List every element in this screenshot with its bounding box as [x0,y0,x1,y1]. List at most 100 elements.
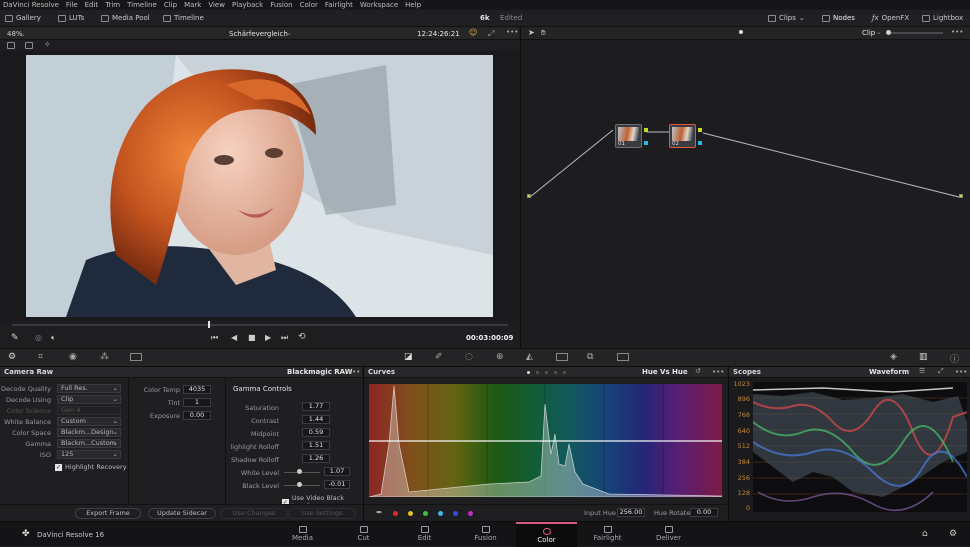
green-channel-dot[interactable] [423,511,428,516]
loop-icon[interactable]: ⟲ [298,332,306,342]
menu-fusion[interactable]: Fusion [270,0,292,10]
clips-button[interactable]: Clips ⌄ [768,14,805,22]
scope-mode-dropdown[interactable]: Waveform [869,367,909,378]
more-options-icon[interactable]: ••• [955,367,967,378]
clip-name[interactable]: Schärfevergleich [229,30,288,38]
menu-trim[interactable]: Trim [105,0,120,10]
3d-icon[interactable] [617,353,629,361]
magenta-channel-dot[interactable] [468,511,473,516]
slider-knob[interactable] [297,469,302,474]
camera-raw-icon[interactable]: ⚙︎ [8,352,16,362]
gamma-dropdown[interactable]: Blackm...Custom ⌄ [57,439,121,448]
tracker-icon[interactable]: ⊕ [496,352,504,362]
node-02[interactable]: 02 [669,124,696,148]
nodes-button[interactable]: Nodes [822,14,855,22]
highlight-icon[interactable]: ✧ [44,40,51,49]
key-icon[interactable] [556,353,568,361]
media-pool-button[interactable]: Media Pool [101,14,150,22]
viewer-mode-icon[interactable] [7,42,15,49]
play-icon[interactable]: ▶︎ [265,333,271,342]
menu-file[interactable]: File [66,0,78,10]
rgb-mixer-icon[interactable] [130,353,142,361]
slider-knob[interactable] [297,482,302,487]
color-temp-field[interactable]: 4035 [183,385,211,394]
fullscreen-icon[interactable]: ⤢ [488,29,494,39]
white-level-field[interactable]: 1.07 [324,467,350,476]
menu-color[interactable]: Color [300,0,318,10]
scope-expand-icon[interactable]: ⤢ [938,366,944,377]
scope-settings-icon[interactable]: ☰ [919,366,925,377]
node-01[interactable]: 01 [615,124,642,148]
menu-playback[interactable]: Playback [232,0,263,10]
node-alpha-port[interactable] [644,141,648,145]
blue-channel-dot[interactable] [453,511,458,516]
highlight-rolloff-field[interactable]: 1.51 [302,441,330,450]
menu-mark[interactable]: Mark [184,0,201,10]
menu-clip[interactable]: Clip [164,0,177,10]
menu-app[interactable]: DaVinci Resolve [3,0,59,10]
black-level-slider[interactable] [284,485,320,486]
hue-rotate-field[interactable]: 0.00 [690,508,718,517]
reset-icon[interactable]: ↺ [695,366,701,377]
menu-timeline[interactable]: Timeline [127,0,157,10]
menu-help[interactable]: Help [405,0,421,10]
page-cut[interactable]: Cut [333,522,394,547]
color-wheels-icon[interactable]: ◉ [69,352,77,362]
cyan-channel-dot[interactable] [438,511,443,516]
input-hue-field[interactable]: 256.00 [617,508,645,517]
timeline-button[interactable]: Timeline [163,14,204,22]
use-settings-button[interactable]: Use Settings [288,508,356,519]
menu-fairlight[interactable]: Fairlight [325,0,353,10]
yellow-channel-dot[interactable] [408,511,413,516]
go-to-end-icon[interactable]: ⏭︎ [281,333,288,343]
scopes-icon[interactable]: ▥ [919,352,928,362]
node-alpha-port[interactable] [698,141,702,145]
window-icon[interactable]: ◌ [465,352,473,362]
page-media[interactable]: Media [272,522,333,547]
openfx-button[interactable]: ƒx OpenFX [872,14,909,22]
use-changes-button[interactable]: Use Changes [220,508,288,519]
hue-curve-graph[interactable] [368,384,723,498]
more-options-icon[interactable]: ••• [506,28,518,36]
white-level-slider[interactable] [284,472,320,473]
black-level-field[interactable]: -0.01 [324,480,350,489]
exposure-field[interactable]: 0.00 [183,411,211,420]
stereo-icon[interactable]: ◈ [890,352,897,362]
smiley-icon[interactable]: ☺ [469,28,477,37]
volume-icon[interactable]: 🔈︎ [51,333,56,343]
playhead[interactable] [208,321,210,328]
curves-icon[interactable]: ◪ [404,352,413,362]
play-reverse-icon[interactable]: ◀︎ [231,333,237,342]
go-to-start-icon[interactable]: ⏮︎ [211,333,218,343]
output-port[interactable] [959,194,963,198]
highlight-recovery-checkbox[interactable]: ✓ Highlight Recovery [55,463,127,471]
color-space-dropdown[interactable]: Blackm...Design ⌄ [57,428,121,437]
node-output-port[interactable] [644,128,648,132]
saturation-field[interactable]: 1.77 [302,402,330,411]
contrast-field[interactable]: 1.44 [302,415,330,424]
settings-icon[interactable]: ⚙︎ [949,529,957,539]
more-options-icon[interactable]: ••• [712,367,724,378]
lightbox-button[interactable]: Lightbox [922,14,963,22]
mask-icon[interactable]: ◎ [35,333,42,342]
luts-button[interactable]: LUTs [58,14,84,22]
page-fusion[interactable]: Fusion [455,522,516,547]
viewer-frame[interactable] [26,55,493,317]
split-icon[interactable] [25,42,33,49]
update-sidecar-button[interactable]: Update Sidecar [148,508,216,519]
tint-field[interactable]: 1 [183,398,211,407]
color-match-icon[interactable]: ⌗ [38,352,43,362]
iso-dropdown[interactable]: 125 ⌄ [57,450,121,459]
more-options-icon[interactable]: ••• [348,367,360,378]
eyedropper-icon[interactable]: ✒︎ [376,508,383,517]
blur-icon[interactable]: ◭ [526,352,533,362]
menu-view[interactable]: View [208,0,225,10]
page-deliver[interactable]: Deliver [638,522,699,547]
page-fairlight[interactable]: Fairlight [577,522,638,547]
color-picker-icon[interactable]: ✎ [11,333,19,343]
info-icon[interactable]: ⓘ [950,352,959,365]
decode-using-dropdown[interactable]: Clip ⌄ [57,395,121,404]
red-channel-dot[interactable] [393,511,398,516]
source-input-port[interactable] [527,194,531,198]
midpoint-field[interactable]: 0.59 [302,428,330,437]
